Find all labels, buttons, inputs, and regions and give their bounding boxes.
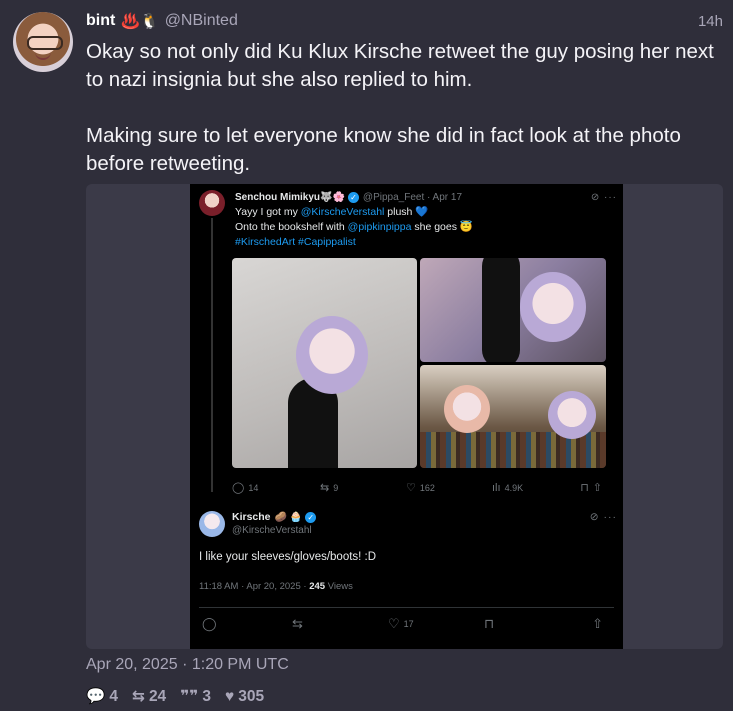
post-paragraph: Making sure to let everyone know she did… [86,124,681,175]
post-paragraph: Okay so not only did Ku Klux Kirsche ret… [86,40,714,91]
photo-plush-closeup [420,258,606,362]
bar-chart-icon: ılı [492,481,501,494]
replies-stat[interactable]: 💬 4 [86,687,118,706]
views-label: Views [325,581,353,592]
photo-plush-door [232,258,417,468]
post-stats: 💬 4 ⇆ 24 ❞❞ 3 ♥ 305 [86,687,278,706]
post-text: Okay so not only did Ku Klux Kirsche ret… [86,38,722,178]
tweet2-handle: @KirscheVerstahl [232,525,312,536]
reposts-value: 24 [148,687,167,705]
tweet1-text: Onto the bookshelf with [235,221,348,233]
repost-icon: ⇆ [292,616,303,631]
reply-icon: ◯ [202,616,217,631]
share-icon: ⇧ [592,482,602,494]
tweet2-actions: ◯ ⇆ ♡ 17 ⊓ ⇧ [202,616,607,632]
post-header: bint ♨️🐧 @NBinted 14h [86,11,723,31]
tweet1-text: she goes 😇 [411,221,473,233]
repost-icon: ⇆ [131,688,145,705]
like-count: ♡ 162 [406,481,492,494]
more-icon: ⊘ ··· [589,511,617,523]
quotes-stat[interactable]: ❞❞ 3 [180,687,211,706]
tweet1-name: Senchou Mimikyu🐺🌸 [235,191,345,203]
tweet1-actions: ◯ 14 ⇆ 9 ♡ 162 ılı 4.9K ⊓ ⇧ [232,481,606,495]
author-avatar[interactable] [13,12,73,72]
bookmark-share: ⊓ ⇧ [580,481,606,494]
repost-value: 9 [333,482,339,493]
likes-value: 305 [238,687,265,705]
post-date[interactable]: Apr 20, 2025 · 1:20 PM UTC [86,656,289,674]
reply-count: ◯ 14 [232,481,320,494]
verified-icon: ✓ [347,191,359,203]
divider [199,607,614,608]
media-embed[interactable]: Senchou Mimikyu🐺🌸 ✓ @Pippa_Feet · Apr 17… [86,184,723,649]
tweet1-avatar [199,190,225,216]
reposts-stat[interactable]: ⇆ 24 [132,687,166,706]
author-name[interactable]: bint [86,12,115,30]
heart-icon: ♡ [388,616,400,631]
like-value: 17 [403,619,414,629]
bookmark-icon: ⊓ [484,616,495,631]
quote-icon: ❞❞ [180,688,199,705]
thread-line [211,218,213,492]
embedded-screenshot: Senchou Mimikyu🐺🌸 ✓ @Pippa_Feet · Apr 17… [190,184,623,649]
tweet1-text: Yayy I got my [235,206,301,218]
tweet2-avatar [199,511,225,537]
repost-count: ⇆ 9 [320,481,406,494]
tweet1-text: plush 💙 [384,206,429,218]
tweet2-body: I like your sleeves/gloves/boots! :D [199,551,377,563]
tweet2-meta: 11:18 AM · Apr 20, 2025 · 245 Views [199,581,353,592]
bookmark-icon: ⊓ [580,482,589,494]
tweet1-photos [232,258,606,468]
reply-icon: 💬 [86,688,106,705]
tweet1-header: Senchou Mimikyu🐺🌸 ✓ @Pippa_Feet · Apr 17… [235,190,617,204]
share-icon: ⇧ [592,616,603,631]
replies-value: 4 [109,687,118,705]
reply-icon: ◯ [232,482,245,494]
heart-icon: ♥ [225,687,235,705]
author-handle[interactable]: @NBinted [165,12,238,30]
hashtags: #KirschedArt #Capippalist [235,236,356,248]
author-emoji: ♨️🐧 [121,13,159,30]
tweet2-timestamp: 11:18 AM · Apr 20, 2025 · [199,581,310,592]
views-value: 4.9K [504,482,524,493]
heart-icon: ♡ [406,482,416,494]
tweet2-header: Kirsche 🥔 🧁 ✓ ⊘ ··· [232,510,617,524]
tweet2-views: 245 [309,581,326,592]
photo-bookshelf [420,365,606,468]
tweet1-meta: @Pippa_Feet · Apr 17 [362,191,463,203]
tweet2-badges: 🥔 🧁 [274,511,303,523]
tweet2-name: Kirsche [232,511,271,523]
post-time[interactable]: 14h [698,13,723,30]
tweet1-body: Yayy I got my @KirscheVerstahl plush 💙 O… [235,205,605,250]
reply-value: 14 [248,482,259,493]
verified-icon: ✓ [305,511,317,523]
repost-icon: ⇆ [320,482,330,494]
likes-stat[interactable]: ♥ 305 [225,688,264,706]
like-count: ♡ 17 [388,616,484,632]
like-value: 162 [419,482,435,493]
mention-link: @pipkinpippa [347,221,412,233]
quotes-value: 3 [202,687,212,705]
more-icon: ⊘ ··· [590,191,617,203]
views-count: ılı 4.9K [492,482,572,494]
mention-link: @KirscheVerstahl [300,206,385,218]
